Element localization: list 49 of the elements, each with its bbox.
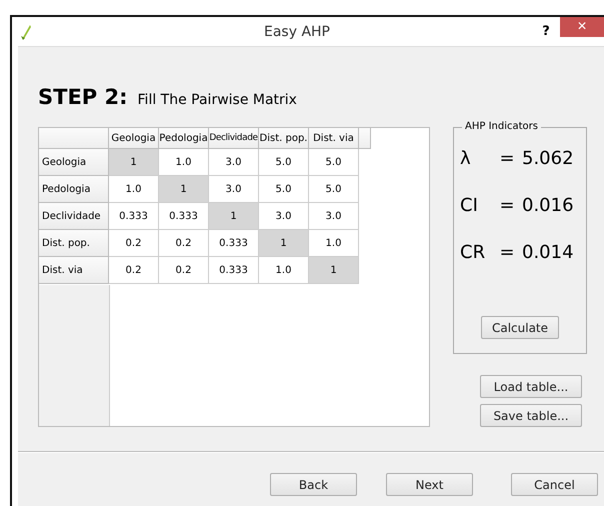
column-header[interactable]: Dist. pop.: [259, 128, 309, 149]
row-header[interactable]: Declividade: [39, 203, 109, 230]
row-header[interactable]: Geologia: [39, 149, 109, 176]
column-header[interactable]: Geologia: [109, 128, 159, 149]
back-button[interactable]: Back: [270, 473, 357, 496]
row-header[interactable]: Dist. pop.: [39, 230, 109, 257]
table-cell[interactable]: 5.0: [309, 149, 359, 176]
step-label: STEP 2:: [38, 85, 128, 109]
equals-sign: =: [498, 148, 516, 169]
table-cell[interactable]: 5.0: [259, 176, 309, 203]
table-cell[interactable]: 1: [109, 149, 159, 176]
cancel-button[interactable]: Cancel: [511, 473, 598, 496]
table-cell[interactable]: 0.2: [159, 230, 209, 257]
save-table-button[interactable]: Save table...: [480, 404, 582, 427]
group-title: AHP Indicators: [462, 121, 541, 132]
table-cell[interactable]: 5.0: [309, 176, 359, 203]
app-logo-icon: [20, 24, 32, 40]
table-cell[interactable]: 0.2: [109, 257, 159, 284]
table-cell[interactable]: 0.2: [109, 230, 159, 257]
column-header[interactable]: Dist. via: [309, 128, 359, 149]
load-table-button[interactable]: Load table...: [480, 375, 582, 398]
table-cell[interactable]: 0.333: [209, 257, 259, 284]
indicator-value: 0.014: [522, 242, 575, 263]
help-button[interactable]: ?: [532, 24, 560, 39]
calculate-button[interactable]: Calculate: [481, 316, 559, 339]
step-title: Fill The Pairwise Matrix: [138, 92, 297, 108]
indicator-symbol: CI: [460, 195, 479, 216]
window-title: Easy AHP: [262, 24, 331, 40]
column-header[interactable]: Pedologia: [159, 128, 209, 149]
close-button[interactable]: ×: [560, 17, 604, 37]
table-cell[interactable]: 0.333: [109, 203, 159, 230]
row-header[interactable]: Pedologia: [39, 176, 109, 203]
row-header[interactable]: Dist. via: [39, 257, 109, 284]
indicator-value: 5.062: [522, 148, 575, 169]
next-button[interactable]: Next: [386, 473, 473, 496]
indicator-symbol: CR: [460, 242, 486, 263]
table-cell[interactable]: 1: [259, 230, 309, 257]
table-cell[interactable]: 1: [309, 257, 359, 284]
table-cell[interactable]: 1: [159, 176, 209, 203]
equals-sign: =: [498, 242, 516, 263]
indicator-symbol: λ: [460, 148, 472, 169]
table-cell[interactable]: 3.0: [309, 203, 359, 230]
table-cell[interactable]: 0.2: [159, 257, 209, 284]
indicator-value: 0.016: [522, 195, 575, 216]
column-header[interactable]: Declividade: [209, 128, 259, 149]
table-cell[interactable]: 5.0: [259, 149, 309, 176]
table-cell[interactable]: 3.0: [209, 149, 259, 176]
equals-sign: =: [498, 195, 516, 216]
table-cell[interactable]: 1: [209, 203, 259, 230]
